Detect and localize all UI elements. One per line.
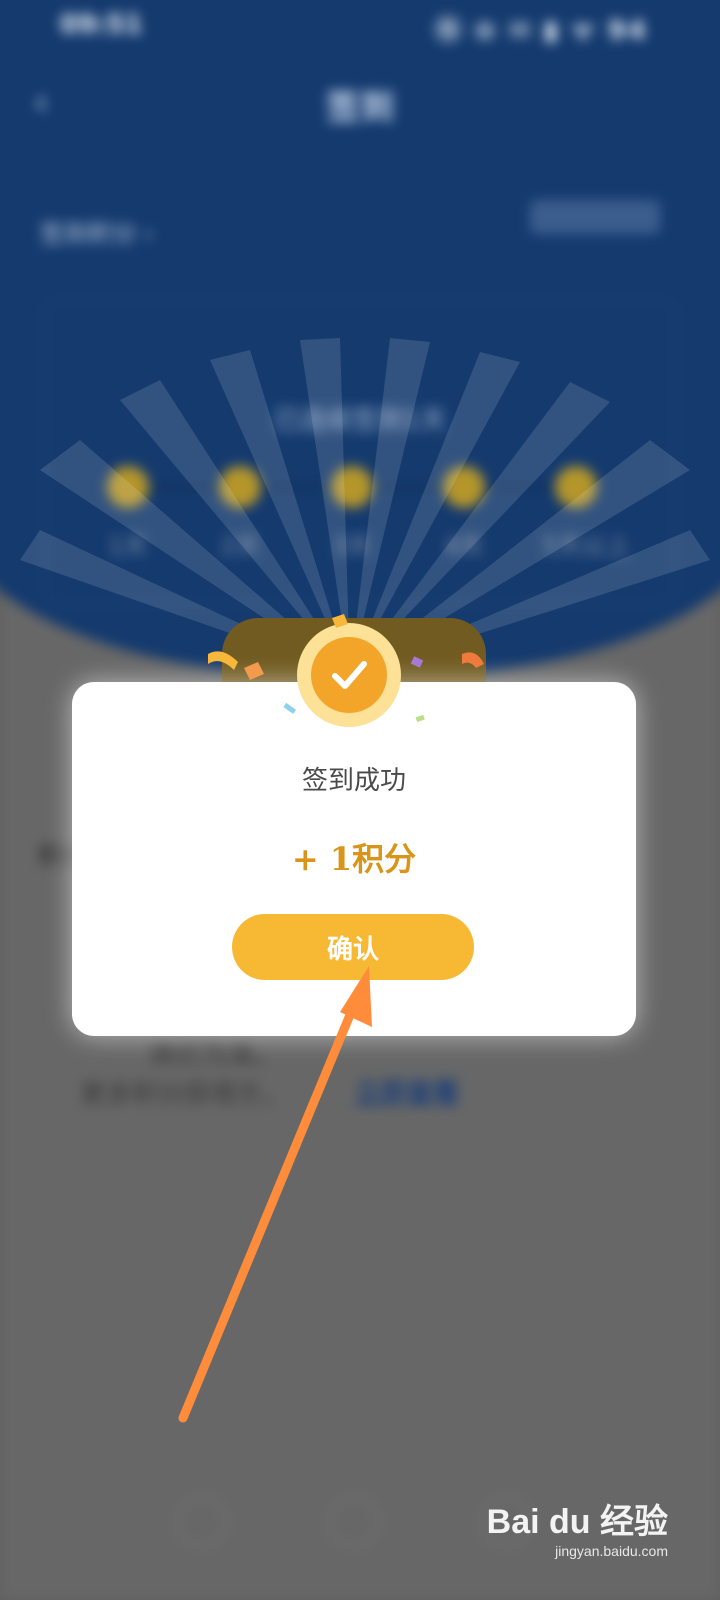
points-badge [530, 200, 660, 234]
day-dot-1 [107, 466, 149, 508]
checkin-points-link[interactable]: 签到积分 › [40, 214, 153, 249]
view-now-link[interactable]: 立即查看 [355, 1072, 459, 1109]
page-title: 签到 [326, 88, 394, 128]
checkin-caption: 已连续签到1天 [273, 406, 447, 436]
points-earned: + 1积分 [291, 840, 417, 878]
day-dot-3 [331, 466, 373, 508]
day-dot-4 [443, 466, 485, 508]
nav-circle-icon[interactable] [328, 1496, 380, 1548]
rules-line: 更多积分获得方， [80, 1080, 289, 1110]
day-label-1: 1天 [108, 532, 148, 560]
confirm-button[interactable]: 确认 [232, 914, 474, 980]
screen: 09:51 Ⓝ ⊖ ✉ ▮ ᯤ 94 ‹ 签到 签到积分 › 已连续签到1天 1… [0, 0, 720, 1600]
status-icons: Ⓝ ⊖ ✉ ▮ ᯤ 94 [434, 16, 648, 46]
day-dot-5 [555, 466, 597, 508]
nav-home-icon[interactable] [176, 1496, 228, 1548]
day-label-4: 4天 [444, 532, 484, 560]
watermark-logo: Bai du 经验 [486, 1503, 668, 1541]
day-dot-2 [219, 466, 261, 508]
watermark: Bai du 经验 jingyan.baidu.com [487, 1494, 668, 1559]
rules-line: 换价为准。 [150, 1040, 281, 1070]
day-label-3: 3天 [332, 532, 372, 560]
watermark-url: jingyan.baidu.com [555, 1543, 668, 1559]
dialog-title: 签到成功 [301, 766, 406, 796]
status-time: 09:51 [60, 10, 143, 40]
day-label-5: 5天以上 [542, 532, 630, 560]
confetti-decoration [208, 614, 484, 723]
day-label-2: 2天 [220, 532, 260, 560]
